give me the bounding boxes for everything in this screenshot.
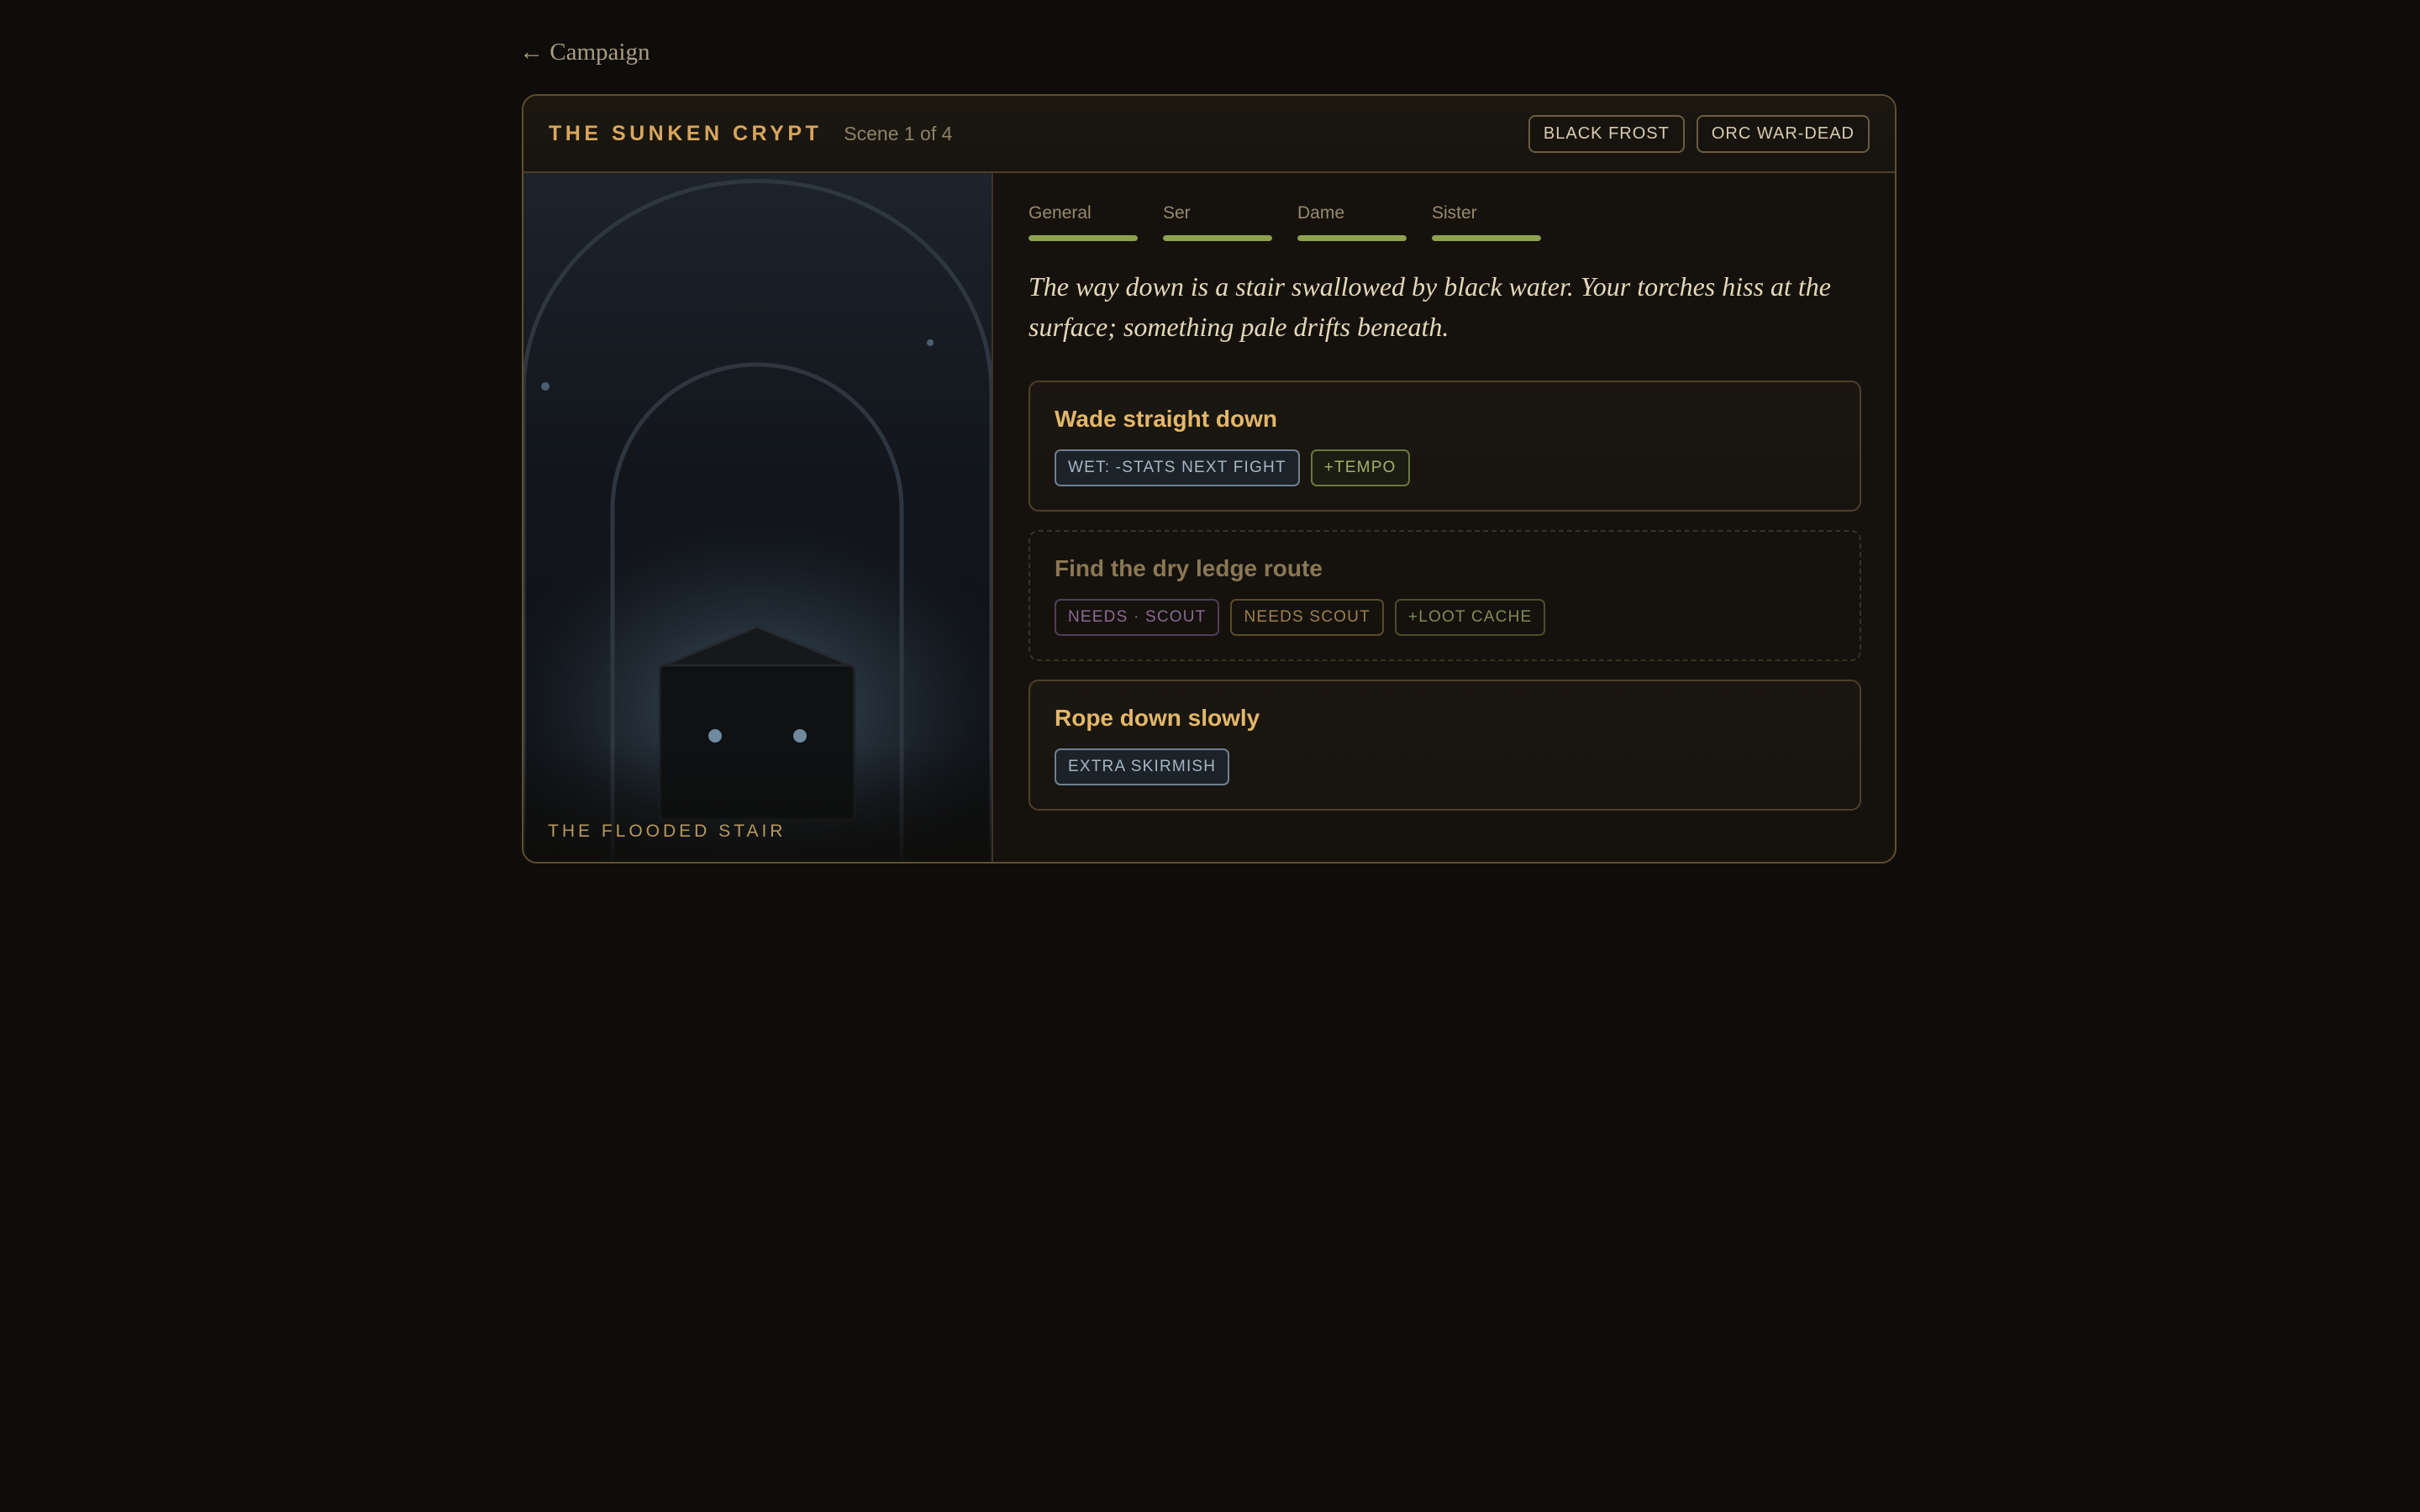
scene-narrative: The way down is a stair swallowed by bla… <box>1028 271 1831 342</box>
choice-badges: WET: -STATS NEXT FIGHT +TEMPO <box>1055 449 1836 486</box>
party-member: Sister <box>1432 203 1541 241</box>
health-bar <box>1163 235 1272 241</box>
choice-badges: EXTRA SKIRMISH <box>1055 748 1836 785</box>
back-to-campaign-link[interactable]: ← Campaign <box>519 39 650 66</box>
party-member-name: Dame <box>1297 203 1345 223</box>
choice-title: Find the dry ledge route <box>1055 555 1323 581</box>
enemy-tag: ORC WAR-DEAD <box>1696 114 1870 153</box>
enemy-tag: BLACK FROST <box>1528 114 1685 153</box>
flooded-stair-art <box>523 173 992 862</box>
effect-badge: EXTRA SKIRMISH <box>1055 748 1230 785</box>
requirement-badge: NEEDS · SCOUT <box>1055 599 1220 636</box>
scene-panel: THE SUNKEN CRYPT Scene 1 of 4 BLACK FROS… <box>522 94 1897 864</box>
party-member-name: General <box>1028 203 1092 223</box>
crypt-title: THE SUNKEN CRYPT <box>549 121 823 145</box>
requirement-badge: NEEDS SCOUT <box>1230 599 1384 636</box>
choice-title: Rope down slowly <box>1055 705 1260 731</box>
choice-dry-ledge-route: Find the dry ledge route NEEDS · SCOUT N… <box>1028 530 1861 661</box>
party-health: General Ser Dame Sister <box>1028 203 1861 241</box>
health-fill <box>1028 235 1138 241</box>
health-bar <box>1297 235 1407 241</box>
party-member: Ser <box>1163 203 1272 241</box>
effect-badge: WET: -STATS NEXT FIGHT <box>1055 449 1300 486</box>
party-member: Dame <box>1297 203 1407 241</box>
choice-title: Wade straight down <box>1055 406 1277 432</box>
scene-counter: Scene 1 of 4 <box>844 122 953 144</box>
scene-name-label: THE FLOODED STAIR <box>548 822 786 841</box>
water-drip <box>541 382 550 391</box>
glowing-eye <box>708 729 722 743</box>
party-member-name: Ser <box>1163 203 1191 223</box>
panel-header: THE SUNKEN CRYPT Scene 1 of 4 BLACK FROS… <box>523 96 1895 173</box>
effect-badge: +TEMPO <box>1310 449 1410 486</box>
scene-content: General Ser Dame Sister The way down is … <box>993 173 1895 862</box>
health-fill <box>1432 235 1541 241</box>
choice-badges: NEEDS · SCOUT NEEDS SCOUT +LOOT CACHE <box>1055 599 1836 636</box>
health-fill <box>1163 235 1272 241</box>
health-bar <box>1432 235 1541 241</box>
choice-rope-down-slowly[interactable]: Rope down slowly EXTRA SKIRMISH <box>1028 680 1861 811</box>
choice-wade-straight-down[interactable]: Wade straight down WET: -STATS NEXT FIGH… <box>1028 381 1861 512</box>
enemy-tags: BLACK FROST ORC WAR-DEAD <box>1528 114 1870 153</box>
party-member-name: Sister <box>1432 203 1477 223</box>
party-member: General <box>1028 203 1138 241</box>
glowing-eye <box>793 729 807 743</box>
water-drip <box>927 339 934 346</box>
effect-badge: +LOOT CACHE <box>1394 599 1546 636</box>
scene-illustration: THE FLOODED STAIR <box>523 173 993 862</box>
health-fill <box>1297 235 1407 241</box>
health-bar <box>1028 235 1138 241</box>
